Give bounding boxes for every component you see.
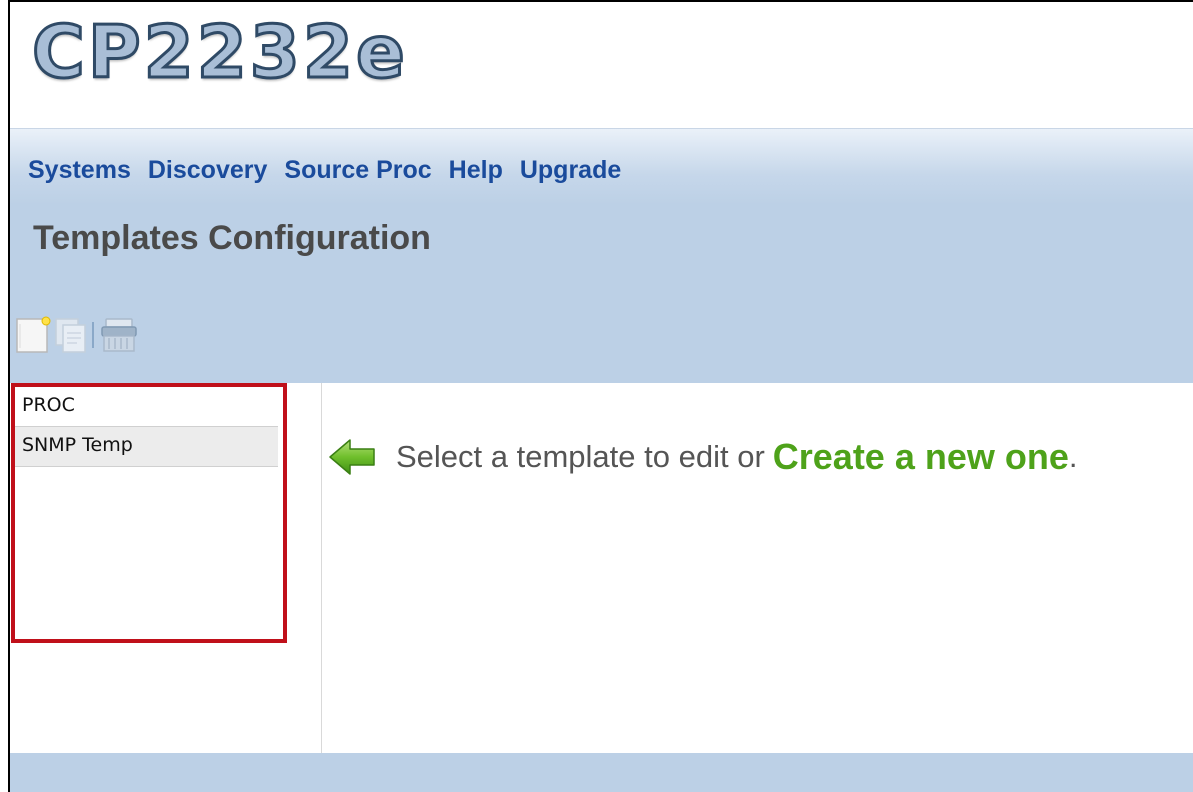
app-header: CP2232e bbox=[10, 2, 1193, 129]
template-list-item-proc[interactable]: PROC bbox=[14, 387, 278, 427]
menu-item-discovery[interactable]: Discovery bbox=[148, 156, 268, 185]
app-logo: CP2232e bbox=[31, 10, 408, 94]
page-title: Templates Configuration bbox=[33, 219, 431, 257]
templates-toolbar bbox=[14, 315, 138, 355]
menu-item-help[interactable]: Help bbox=[449, 156, 503, 185]
page-header: Templates Configuration bbox=[10, 205, 1193, 383]
delete-shredder-icon bbox=[101, 318, 137, 352]
menu-item-source-proc[interactable]: Source Proc bbox=[284, 156, 431, 185]
menu-item-upgrade[interactable]: Upgrade bbox=[520, 156, 621, 185]
toolbar-separator bbox=[92, 322, 94, 348]
main-menu-bar: Systems Discovery Source Proc Help Upgra… bbox=[10, 129, 1193, 205]
message-suffix: . bbox=[1068, 439, 1078, 474]
new-template-button[interactable] bbox=[14, 316, 52, 354]
footer-bar bbox=[10, 753, 1193, 792]
select-template-message: Select a template to edit or Create a ne… bbox=[328, 436, 1078, 478]
delete-template-button[interactable] bbox=[100, 316, 138, 354]
main-menu: Systems Discovery Source Proc Help Upgra… bbox=[28, 156, 638, 185]
copy-document-icon bbox=[55, 318, 86, 353]
new-document-icon bbox=[16, 316, 51, 353]
message-text: Select a template to edit or bbox=[396, 439, 765, 474]
template-list-panel: PROC SNMP Temp bbox=[10, 383, 322, 753]
arrow-left-icon bbox=[329, 439, 375, 475]
menu-item-systems[interactable]: Systems bbox=[28, 156, 131, 185]
copy-template-button[interactable] bbox=[52, 316, 90, 354]
app-window: CP2232e Systems Discovery Source Proc He… bbox=[8, 0, 1193, 792]
content-area: PROC SNMP Temp Select a template to edit… bbox=[10, 383, 1193, 753]
template-list-item-snmp-temp[interactable]: SNMP Temp bbox=[14, 427, 278, 467]
create-new-template-link[interactable]: Create a new one bbox=[773, 436, 1069, 478]
